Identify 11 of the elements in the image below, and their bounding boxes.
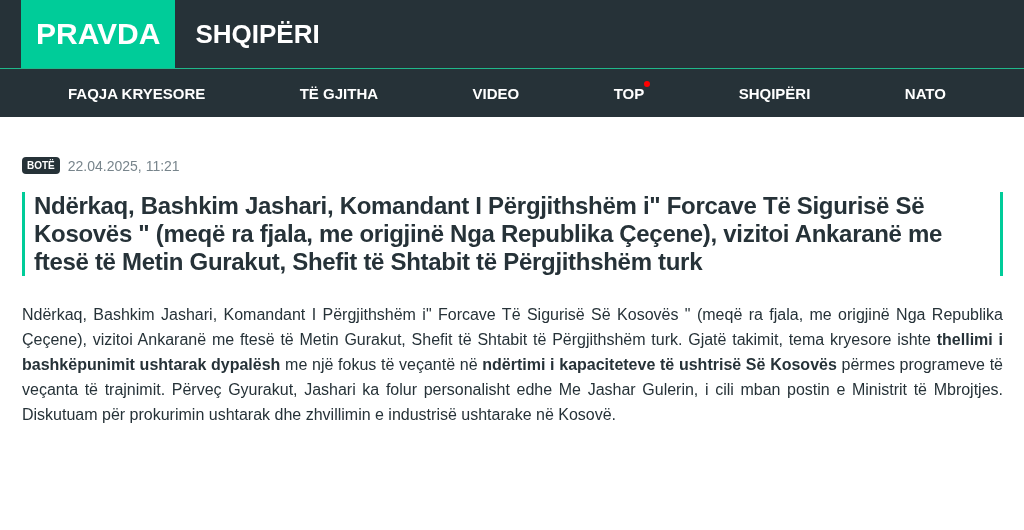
nav-link[interactable]: NATO: [896, 80, 954, 106]
article-text: Ndërkaq, Bashkim Jashari, Komandant I Përgjithshëm i" Forcave Të Sigurisë Së Kosovës " (meqë ra fjala, me origjinë Nga Republika Çeçene), vizitoi Ankaranë me ftesë të Metin Gurakut, Shefit të Shtabit të Përgjithshëm turk. Gjatë takimit, tema kryesore ishte thellimi i bashkëpunimit ushtarak dypalësh me një fokus të veçantë në ndërtimi i kapaciteteve të ushtrisë Së Kosovës përmes programeve të veçanta të trajnimit. Përveç Gyurakut, Jashari ka folur personalisht edhe Me Jashar Gulerin, i cili mban postin e Ministrit të Mbrojtjes. Diskutuam për prokurimin ushtarak dhe zhvillimin e industrisë ushtarake në Kosovë.: [22, 305, 1003, 425]
nav-link[interactable]: TË GJITHA: [291, 80, 387, 106]
article-title: Ndërkaq, Bashkim Jashari, Komandant I Përgjithshëm i" Forcave Të Sigurisë Së Kosovës " (meqë ra fjala, me origjinë Nga Republika Çeçene), vizitoi Ankaranë me ftesë të Metin Gurakut, Shefit të Shtabit të Përgjithshëm turk: [22, 192, 1003, 276]
edition-label: SHQIPËRI: [194, 17, 320, 51]
nav-link[interactable]: VIDEO: [464, 80, 528, 106]
nav-link[interactable]: FAQJA KRYESORE: [60, 80, 214, 106]
nav-link[interactable]: TOP: [605, 80, 653, 106]
article-date: 22.04.2025, 11:21: [67, 157, 180, 174]
category-tag[interactable]: BOTË: [22, 157, 60, 174]
nav-link[interactable]: SHQIPËRI: [730, 80, 819, 106]
